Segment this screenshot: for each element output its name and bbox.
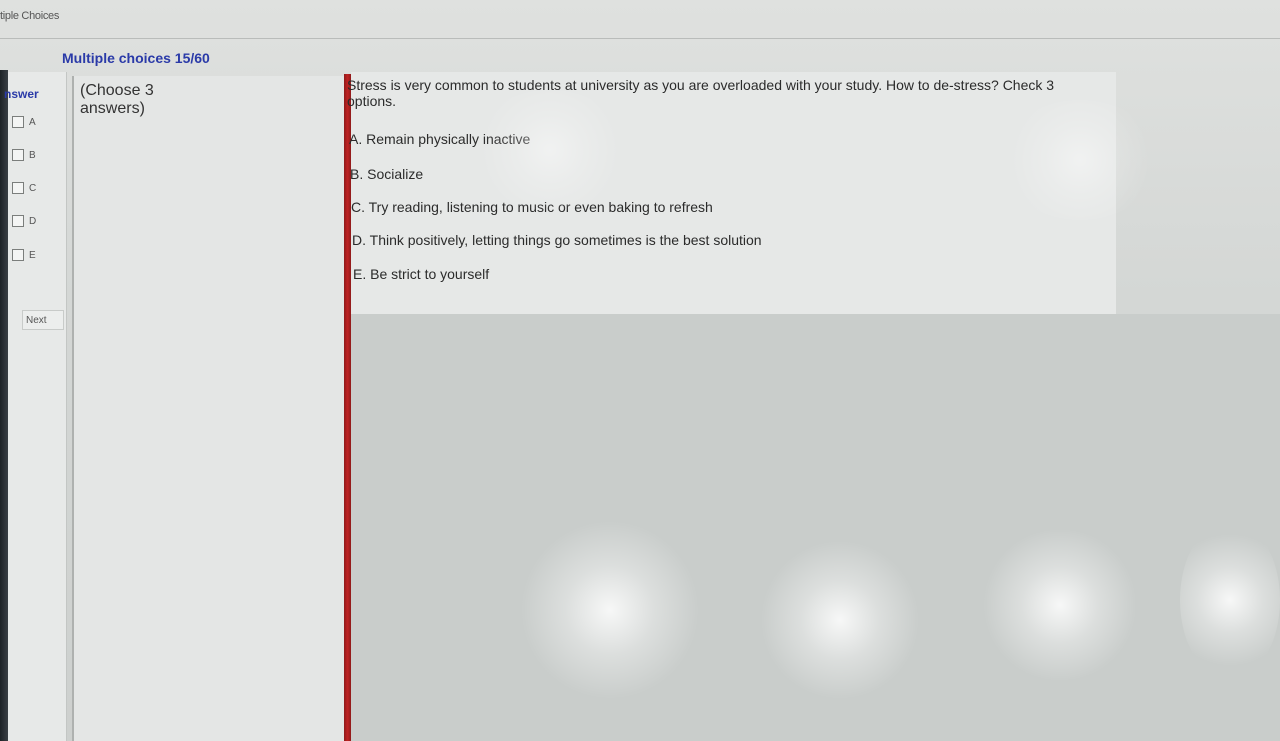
option-letter: A	[29, 116, 36, 128]
question-panel: Stress is very common to students at uni…	[347, 72, 1116, 314]
checkbox-c[interactable]	[12, 182, 24, 194]
question-prompt: Stress is very common to students at uni…	[347, 77, 1055, 109]
instruction-text: (Choose 3 answers)	[80, 82, 154, 117]
answer-option-a[interactable]: A	[12, 116, 36, 128]
option-letter: D	[29, 215, 37, 227]
option-letter: B	[29, 149, 36, 161]
option-letter: C	[29, 182, 37, 194]
answer-panel: nswer A B C D E Next	[4, 72, 67, 741]
answer-header: nswer	[4, 87, 39, 101]
choice-d: D. Think positively, letting things go s…	[352, 232, 762, 248]
answer-option-d[interactable]: D	[12, 215, 36, 227]
answer-option-b[interactable]: B	[12, 149, 36, 161]
top-divider	[0, 38, 1280, 39]
checkbox-e[interactable]	[12, 249, 24, 261]
answer-option-e[interactable]: E	[12, 249, 36, 261]
screen-bezel	[0, 70, 8, 741]
screen: tiple Choices Multiple choices 15/60 nsw…	[0, 0, 1280, 741]
choice-a: A. Remain physically inactive	[349, 131, 531, 147]
next-button[interactable]: Next	[22, 310, 64, 330]
empty-area	[351, 314, 1280, 741]
choice-b: B. Socialize	[350, 166, 424, 182]
checkbox-a[interactable]	[12, 116, 24, 128]
section-title: Multiple choices 15/60	[62, 50, 210, 66]
instruction-panel: (Choose 3 answers)	[72, 76, 346, 741]
choice-e: E. Be strict to yourself	[353, 266, 490, 282]
option-letter: E	[29, 249, 36, 261]
window-title: tiple Choices	[0, 10, 60, 22]
checkbox-d[interactable]	[12, 215, 24, 227]
answer-option-c[interactable]: C	[12, 182, 36, 194]
checkbox-b[interactable]	[12, 149, 24, 161]
choice-c: C. Try reading, listening to music or ev…	[351, 199, 713, 215]
